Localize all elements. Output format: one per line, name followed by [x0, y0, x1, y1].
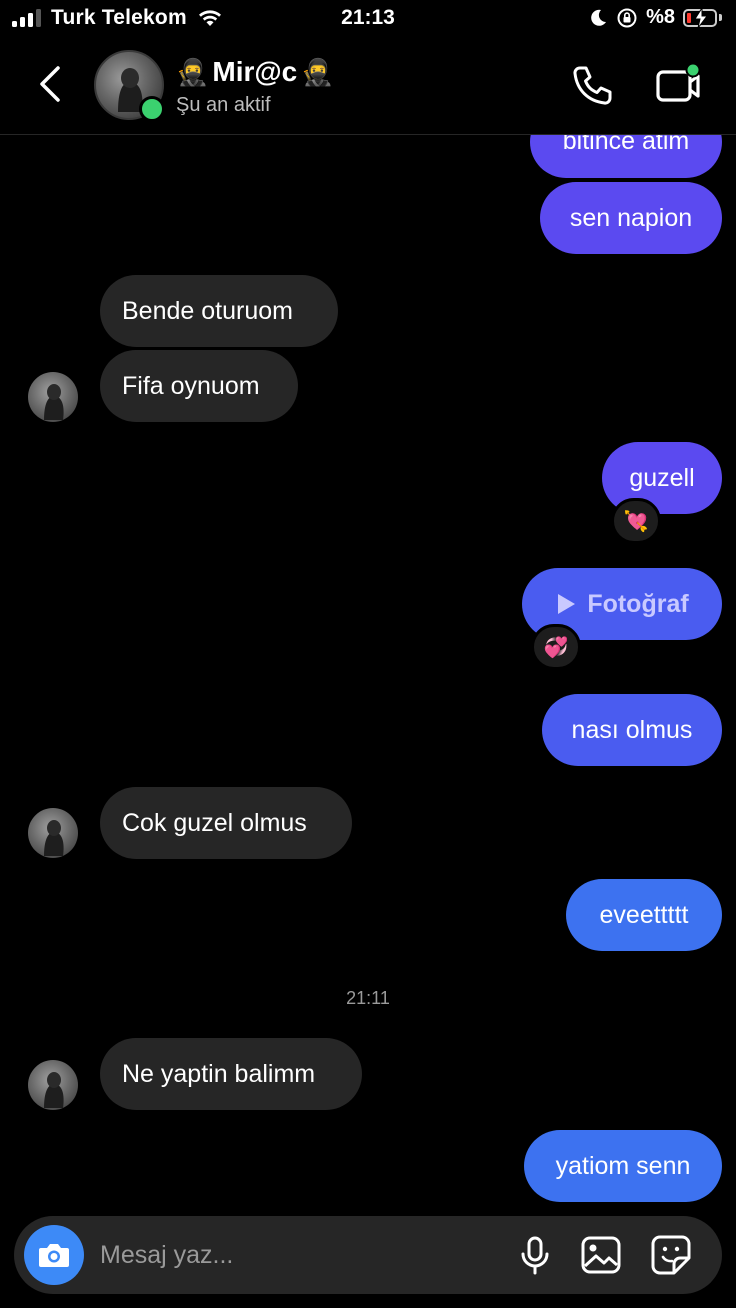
- message-text: yatiom senn: [555, 1151, 691, 1180]
- contact-name[interactable]: 🥷 Mir@c 🥷: [176, 56, 334, 88]
- reaction-emoji: 💘: [623, 510, 649, 533]
- sticker-icon[interactable]: [650, 1234, 692, 1276]
- back-chevron-icon[interactable]: [30, 62, 70, 106]
- reaction-badge[interactable]: 💞: [531, 624, 581, 670]
- chat-screen: Turk Telekom 21:13 %8 🥷 Mir@c 🥷 Şu an ak…: [0, 0, 736, 1308]
- message-outgoing[interactable]: yatiom senn: [524, 1130, 722, 1202]
- phone-icon[interactable]: [566, 60, 618, 112]
- microphone-icon[interactable]: [514, 1234, 556, 1276]
- gallery-icon[interactable]: [580, 1234, 622, 1276]
- ninja-emoji-right: 🥷: [301, 56, 334, 87]
- message-text: eveettttt: [599, 900, 689, 929]
- contact-name-text: Mir@c: [212, 56, 298, 87]
- message-outgoing[interactable]: eveettttt: [566, 879, 722, 951]
- reaction-badge[interactable]: 💘: [611, 498, 661, 544]
- message-outgoing[interactable]: sen napion: [540, 182, 722, 254]
- camera-button[interactable]: [24, 1225, 84, 1285]
- video-call-icon[interactable]: [650, 60, 706, 112]
- battery-percent: %8: [646, 6, 675, 28]
- message-text: Bende oturuom: [122, 296, 293, 325]
- online-indicator: [139, 96, 165, 122]
- message-incoming[interactable]: Bende oturuom: [100, 275, 338, 347]
- message-text: Ne yaptin balimm: [122, 1059, 316, 1088]
- moon-icon: [591, 9, 607, 26]
- sender-avatar[interactable]: [28, 372, 78, 422]
- message-text: nası olmus: [571, 715, 693, 744]
- rotation-lock-icon: [617, 8, 637, 27]
- message-incoming[interactable]: Ne yaptin balimm: [100, 1038, 362, 1110]
- message-text: Fifa oynuom: [122, 371, 260, 400]
- status-bar: Turk Telekom 21:13 %8: [0, 0, 736, 40]
- sender-avatar[interactable]: [28, 808, 78, 858]
- camera-icon: [39, 1244, 69, 1267]
- battery-icon: [683, 7, 717, 28]
- message-text: guzell: [629, 463, 695, 492]
- active-status: Şu an aktif: [176, 94, 271, 116]
- message-input[interactable]: [100, 1238, 500, 1272]
- play-icon: [558, 594, 576, 614]
- sender-avatar[interactable]: [28, 1060, 78, 1110]
- message-incoming[interactable]: Cok guzel olmus: [100, 787, 352, 859]
- message-text: Cok guzel olmus: [122, 808, 307, 837]
- ninja-emoji-left: 🥷: [176, 56, 209, 87]
- message-text: sen napion: [569, 203, 693, 232]
- message-composer: [14, 1216, 722, 1294]
- message-outgoing[interactable]: nası olmus: [542, 694, 722, 766]
- message-incoming[interactable]: Fifa oynuom: [100, 350, 298, 422]
- photo-label: Fotoğraf: [587, 589, 689, 618]
- chat-header: 🥷 Mir@c 🥷 Şu an aktif: [0, 40, 736, 135]
- time-divider: 21:11: [346, 988, 390, 1008]
- reaction-emoji: 💞: [543, 636, 569, 659]
